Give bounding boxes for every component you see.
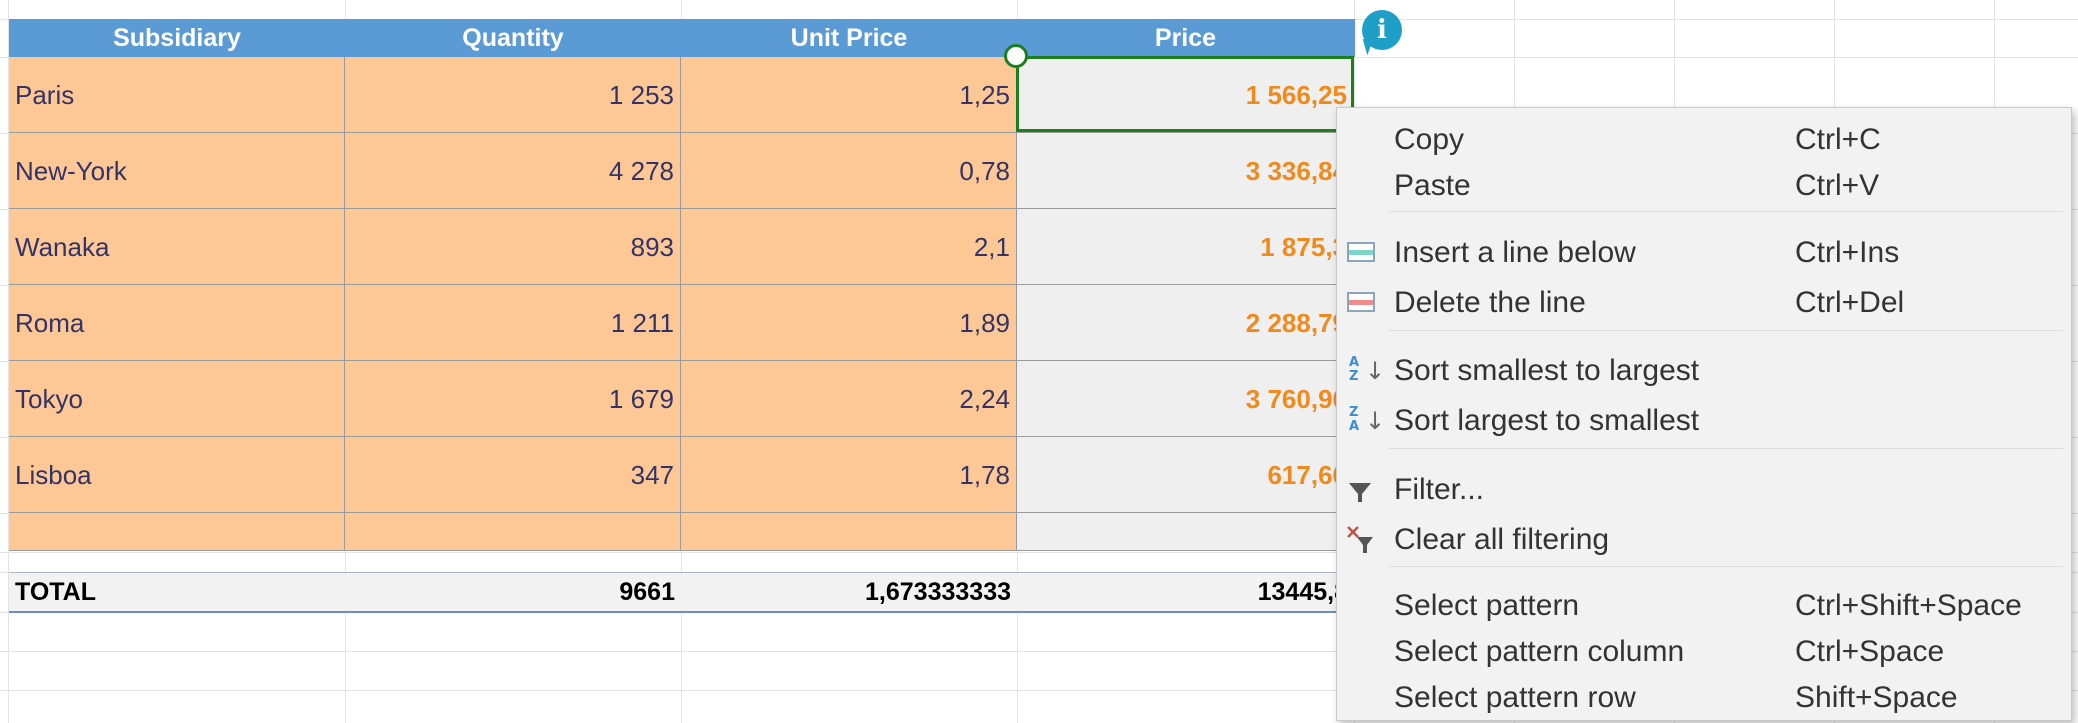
cell-price[interactable]: 617,66: [1017, 437, 1354, 513]
menu-item-shortcut: Ctrl+Del: [1795, 286, 1905, 319]
menu-item-label: Filter...: [1394, 473, 1485, 506]
menu-item-label: Paste: [1394, 169, 1471, 202]
menu-item-label: Clear all filtering: [1394, 523, 1610, 556]
cell-subsidiary[interactable]: Roma: [9, 285, 345, 361]
menu-item-sort-descending[interactable]: ZA ↓ Sort largest to smallest: [1337, 398, 2071, 444]
total-label[interactable]: TOTAL: [9, 572, 345, 612]
menu-separator: [1389, 566, 2063, 567]
sort-descending-icon: ZA ↓: [1349, 405, 1386, 435]
menu-item-label: Sort largest to smallest: [1394, 404, 1700, 437]
menu-item-select-pattern-column[interactable]: Select pattern column Ctrl+Space: [1337, 629, 2071, 675]
menu-separator: [1389, 211, 2063, 212]
delete-row-icon: [1345, 288, 1377, 318]
menu-item-shortcut: Shift+Space: [1795, 681, 1958, 714]
cell-subsidiary[interactable]: Wanaka: [9, 209, 345, 285]
cell-price[interactable]: 1 875,3: [1017, 209, 1354, 285]
total-quantity[interactable]: 9661: [345, 572, 681, 612]
total-price[interactable]: 13445,8: [1017, 572, 1354, 612]
cell-unit-price[interactable]: 1,78: [681, 437, 1017, 513]
selection-handle-top-left[interactable]: [1004, 44, 1028, 68]
cell-empty[interactable]: [681, 513, 1017, 551]
cell-empty[interactable]: [1017, 513, 1354, 551]
cell-empty[interactable]: [345, 513, 681, 551]
menu-separator: [1389, 330, 2063, 331]
menu-item-shortcut: Ctrl+Shift+Space: [1795, 589, 2022, 622]
header-quantity[interactable]: Quantity: [345, 19, 681, 57]
menu-item-select-pattern[interactable]: Select pattern Ctrl+Shift+Space: [1337, 583, 2071, 629]
menu-item-sort-ascending[interactable]: AZ ↓ Sort smallest to largest: [1337, 348, 2071, 394]
menu-item-shortcut: Ctrl+Space: [1795, 635, 1945, 668]
cell-unit-price[interactable]: 1,25: [681, 57, 1017, 133]
menu-item-label: Copy: [1394, 123, 1465, 156]
cell-empty[interactable]: [9, 513, 345, 551]
cell-quantity[interactable]: 1 211: [345, 285, 681, 361]
context-menu: Copy Ctrl+C Paste Ctrl+V Insert a line b…: [1336, 107, 2072, 721]
menu-item-shortcut: Ctrl+V: [1795, 169, 1880, 202]
cell-price[interactable]: 2 288,79: [1017, 285, 1354, 361]
sort-letter: Z: [1349, 369, 1359, 384]
menu-item-label: Select pattern: [1394, 589, 1580, 622]
sort-letter: A: [1349, 355, 1360, 370]
header-subsidiary[interactable]: Subsidiary: [9, 19, 345, 57]
cell-subsidiary[interactable]: Lisboa: [9, 437, 345, 513]
clear-filter-icon: [1345, 525, 1377, 555]
menu-item-label: Select pattern column: [1394, 635, 1685, 668]
insert-row-icon: [1345, 238, 1377, 268]
cell-quantity[interactable]: 1 679: [345, 361, 681, 437]
filter-icon: [1345, 475, 1377, 505]
sort-letter: A: [1349, 419, 1360, 434]
menu-item-label: Select pattern row: [1394, 681, 1636, 714]
sort-letter: Z: [1349, 405, 1359, 420]
menu-item-label: Delete the line: [1394, 286, 1586, 319]
menu-item-select-pattern-row[interactable]: Select pattern row Shift+Space: [1337, 675, 2071, 721]
menu-item-insert-line[interactable]: Insert a line below Ctrl+Ins: [1337, 230, 2071, 276]
menu-item-shortcut: Ctrl+C: [1795, 123, 1881, 156]
cell-subsidiary[interactable]: Tokyo: [9, 361, 345, 437]
cell-subsidiary[interactable]: Paris: [9, 57, 345, 133]
cell-quantity[interactable]: 1 253: [345, 57, 681, 133]
cell-price[interactable]: 3 760,96: [1017, 361, 1354, 437]
menu-item-label: Insert a line below: [1394, 236, 1636, 269]
cell-quantity[interactable]: 893: [345, 209, 681, 285]
header-unit-price[interactable]: Unit Price: [681, 19, 1017, 57]
menu-separator: [1389, 448, 2063, 449]
info-icon[interactable]: i: [1362, 10, 1402, 50]
cell-unit-price[interactable]: 1,89: [681, 285, 1017, 361]
cell-subsidiary[interactable]: New-York: [9, 133, 345, 209]
sort-ascending-icon: AZ ↓: [1349, 355, 1386, 385]
cell-price[interactable]: 3 336,84: [1017, 133, 1354, 209]
menu-item-paste[interactable]: Paste Ctrl+V: [1337, 163, 2071, 209]
header-price[interactable]: Price: [1017, 19, 1354, 57]
menu-item-copy[interactable]: Copy Ctrl+C: [1337, 117, 2071, 163]
cell-quantity[interactable]: 4 278: [345, 133, 681, 209]
cell-unit-price[interactable]: 2,24: [681, 361, 1017, 437]
cell-price[interactable]: 1 566,25: [1017, 57, 1354, 133]
menu-item-clear-filtering[interactable]: Clear all filtering: [1337, 517, 2071, 563]
menu-item-shortcut: Ctrl+Ins: [1795, 236, 1900, 269]
menu-item-filter[interactable]: Filter...: [1337, 467, 2071, 513]
cell-unit-price[interactable]: 0,78: [681, 133, 1017, 209]
menu-item-delete-line[interactable]: Delete the line Ctrl+Del: [1337, 280, 2071, 326]
cell-quantity[interactable]: 347: [345, 437, 681, 513]
cell-unit-price[interactable]: 2,1: [681, 209, 1017, 285]
menu-item-label: Sort smallest to largest: [1394, 354, 1700, 387]
total-unit-price[interactable]: 1,673333333: [681, 572, 1017, 612]
